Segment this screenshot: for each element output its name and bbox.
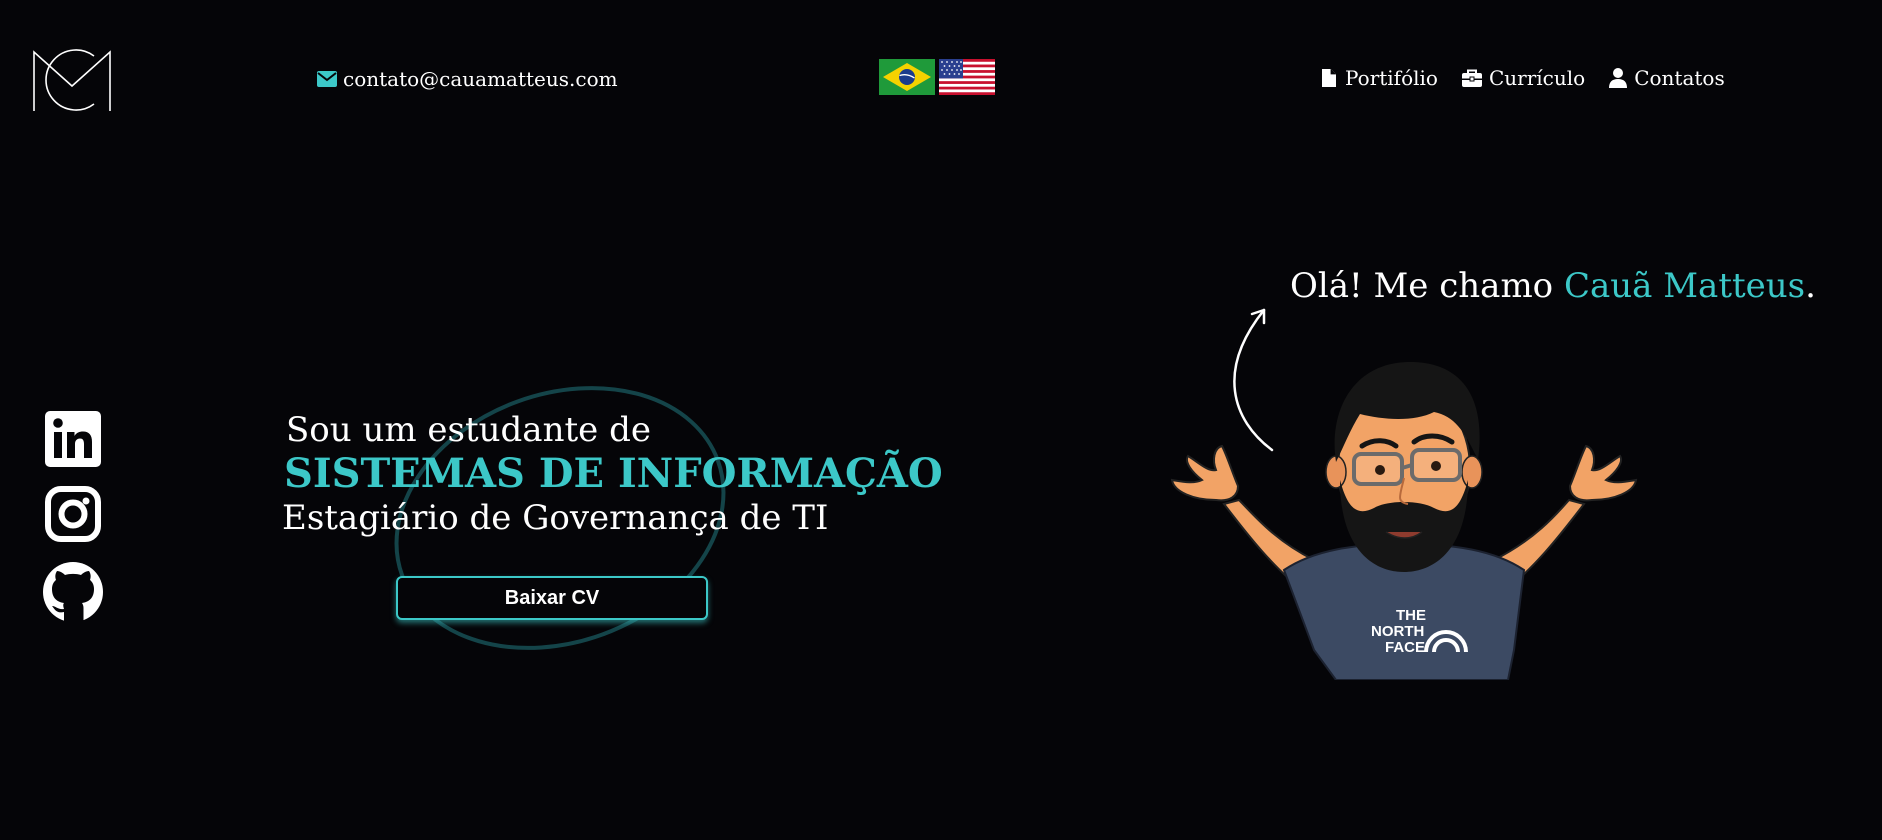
email-text: contato@cauamatteus.com xyxy=(343,67,618,91)
envelope-icon xyxy=(317,71,337,87)
briefcase-icon xyxy=(1461,69,1482,87)
file-icon xyxy=(1322,69,1336,87)
nav-curriculum[interactable]: Currículo xyxy=(1461,66,1586,90)
github-icon xyxy=(43,562,103,622)
linkedin-icon xyxy=(45,411,101,467)
shirt-text-line-1: THE xyxy=(1396,607,1426,624)
instagram-link[interactable] xyxy=(42,486,104,546)
nav-contacts-label: Contatos xyxy=(1634,66,1725,90)
greeting-prefix: Olá! Me chamo xyxy=(1290,266,1564,306)
nav-portfolio-label: Portifólio xyxy=(1345,66,1438,90)
linkedin-link[interactable] xyxy=(42,410,104,470)
github-link[interactable] xyxy=(42,562,104,622)
language-switcher xyxy=(879,59,995,95)
download-cv-button[interactable]: Baixar CV xyxy=(396,576,708,620)
user-icon xyxy=(1609,68,1628,88)
nav-portfolio[interactable]: Portifólio xyxy=(1320,66,1438,90)
greeting-suffix: . xyxy=(1805,266,1816,306)
hero-intro: Sou um estudante de xyxy=(286,410,651,450)
hero-course: SISTEMAS DE INFORMAÇÃO xyxy=(284,450,943,497)
hero-section: Sou um estudante de SISTEMAS DE INFORMAÇ… xyxy=(280,380,943,660)
main-nav: Portifólio Currículo Contatos xyxy=(1320,66,1725,90)
nav-contacts[interactable]: Contatos xyxy=(1609,66,1725,90)
page: contato@cauamatteus.com Portifólio Currí… xyxy=(0,0,1882,840)
email-link[interactable]: contato@cauamatteus.com xyxy=(317,67,618,91)
cm-monogram-logo[interactable] xyxy=(32,48,112,112)
shirt-text-line-2: NORTH xyxy=(1371,623,1424,640)
nav-curriculum-label: Currículo xyxy=(1488,66,1586,90)
memoji-avatar: THE NORTH FACE xyxy=(1170,361,1638,680)
hero-role: Estagiário de Governança de TI xyxy=(282,498,829,538)
social-links xyxy=(42,410,104,622)
greeting: Olá! Me chamo Cauã Matteus. xyxy=(1290,266,1816,306)
brazil-flag-icon[interactable] xyxy=(879,59,935,95)
shirt-text-line-3: FACE xyxy=(1385,639,1425,656)
instagram-icon xyxy=(45,486,101,542)
usa-flag-icon[interactable] xyxy=(939,59,995,95)
greeting-name: Cauã Matteus xyxy=(1563,266,1806,306)
